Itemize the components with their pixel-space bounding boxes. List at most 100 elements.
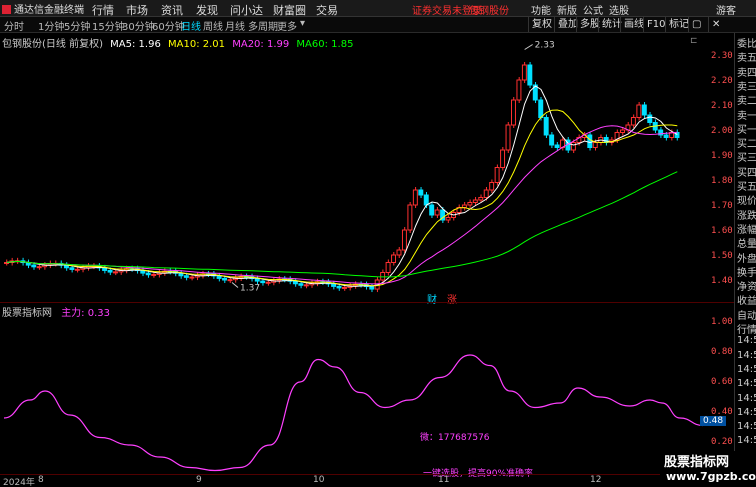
ma5-label: MA5: 1.96 bbox=[110, 39, 161, 50]
candle-body bbox=[467, 202, 473, 206]
ma10-line bbox=[6, 109, 678, 287]
candle-body bbox=[107, 269, 113, 273]
quote-panel-item[interactable]: 卖五 bbox=[737, 49, 756, 64]
kline-chart[interactable]: 2.33 1.37 bbox=[0, 33, 704, 303]
quote-panel-item[interactable]: 卖四 bbox=[737, 64, 756, 79]
period-60min[interactable]: 60分钟 bbox=[152, 18, 185, 33]
candle-body bbox=[538, 99, 544, 118]
candle-body bbox=[260, 280, 266, 284]
quote-panel-item[interactable]: 14:5 bbox=[737, 335, 756, 346]
quote-panel-item[interactable]: 自动 bbox=[737, 307, 756, 322]
candle-body bbox=[113, 271, 118, 274]
quote-panel-item[interactable]: 14:5 bbox=[737, 350, 756, 361]
menu-wealth[interactable]: 财富圈 bbox=[273, 2, 306, 18]
candle-body bbox=[472, 199, 478, 203]
candle-body bbox=[298, 283, 304, 286]
candle-body bbox=[396, 249, 402, 256]
candle-body bbox=[145, 272, 151, 276]
quote-panel-item[interactable]: 买五 bbox=[737, 178, 756, 193]
period-month[interactable]: 月线 bbox=[225, 18, 245, 33]
quote-panel-item[interactable]: 现价 bbox=[737, 192, 756, 207]
quote-panel-item[interactable]: 卖三 bbox=[737, 78, 756, 93]
quote-panel-item[interactable]: 买三 bbox=[737, 149, 756, 164]
candle-body bbox=[489, 182, 495, 191]
candle-body bbox=[151, 273, 157, 276]
close-icon[interactable]: ✕ bbox=[708, 17, 723, 32]
quote-panel-item[interactable]: 净资 bbox=[737, 278, 756, 293]
x-label-aug: 8 bbox=[38, 475, 44, 485]
candle-body bbox=[31, 264, 37, 268]
period-15min[interactable]: 15分钟 bbox=[92, 18, 125, 33]
menu-market[interactable]: 市场 bbox=[126, 2, 148, 18]
watermark-line2: www.7gpzb.com bbox=[666, 470, 756, 483]
period-multi[interactable]: 多周期 bbox=[248, 18, 278, 33]
candle-body bbox=[663, 134, 669, 138]
period-5min[interactable]: 5分钟 bbox=[64, 18, 90, 33]
menu-discover[interactable]: 发现 bbox=[196, 2, 218, 18]
menu-ask[interactable]: 问小达 bbox=[230, 2, 263, 18]
settings-icon[interactable]: ▢ bbox=[688, 17, 704, 32]
event-tag-finance[interactable]: 财 bbox=[427, 291, 437, 306]
candle-body bbox=[412, 189, 418, 206]
price-tick-label: 2.20 bbox=[711, 76, 733, 86]
indicator-tick-label: 0.80 bbox=[711, 347, 733, 357]
quote-panel-item[interactable]: 行情 bbox=[737, 321, 756, 336]
restore-right-button[interactable]: 复权 bbox=[528, 17, 555, 32]
collapse-icon[interactable]: ⊏ bbox=[690, 36, 698, 46]
quote-panel-item[interactable]: 14:5 bbox=[737, 393, 756, 404]
candle-body bbox=[36, 266, 42, 269]
candle-body bbox=[554, 144, 560, 148]
candle-body bbox=[483, 189, 489, 198]
period-30min[interactable]: 30分钟 bbox=[122, 18, 155, 33]
quote-panel-item[interactable]: 14:5 bbox=[737, 407, 756, 418]
quote-panel-item[interactable]: 买四 bbox=[737, 164, 756, 179]
candle-body bbox=[636, 104, 642, 118]
price-tick-label: 1.90 bbox=[711, 151, 733, 161]
ma20-label: MA20: 1.99 bbox=[232, 39, 290, 50]
quote-panel-item[interactable]: 总量 bbox=[737, 235, 756, 250]
period-1min[interactable]: 1分钟 bbox=[38, 18, 64, 33]
quote-panel-item[interactable]: 涨跌 bbox=[737, 207, 756, 222]
quote-panel-item[interactable]: 委比 bbox=[737, 35, 756, 50]
menu-stock-pick[interactable]: 选股 bbox=[609, 2, 629, 17]
quote-panel-item[interactable]: 买二 bbox=[737, 135, 756, 150]
low-marker-label: 1.37 bbox=[240, 284, 260, 294]
indicator-tick-label: 0.20 bbox=[711, 437, 733, 447]
quote-panel-item[interactable]: 换手 bbox=[737, 264, 756, 279]
quote-panel-item[interactable]: 14:5 bbox=[737, 378, 756, 389]
candle-body bbox=[216, 275, 222, 279]
menu-formula[interactable]: 公式 bbox=[583, 2, 603, 17]
candle-body bbox=[445, 217, 451, 221]
candle-body bbox=[516, 79, 522, 101]
quote-panel-item[interactable]: 外盘 bbox=[737, 250, 756, 265]
menu-guest[interactable]: 游客 bbox=[716, 2, 736, 17]
quote-panel-item[interactable]: 涨幅 bbox=[737, 221, 756, 236]
quote-panel-item[interactable]: 卖二 bbox=[737, 92, 756, 107]
period-day[interactable]: 日线 bbox=[181, 18, 201, 33]
contact-annotation: 微：177687576 bbox=[420, 433, 490, 443]
price-tick-label: 1.50 bbox=[711, 251, 733, 261]
quote-panel-item[interactable]: 14:5 bbox=[737, 364, 756, 375]
more-chevron-icon[interactable]: ▾ bbox=[300, 18, 305, 29]
x-label-nov: 11 bbox=[438, 475, 450, 485]
menu-trade[interactable]: 交易 bbox=[316, 2, 338, 18]
period-week[interactable]: 周线 bbox=[203, 18, 223, 33]
quote-panel-item[interactable]: 14:5 bbox=[737, 421, 756, 432]
quote-panel-item[interactable]: 买一 bbox=[737, 121, 756, 136]
menu-news[interactable]: 资讯 bbox=[161, 2, 183, 18]
quote-panel-item[interactable]: 收益 bbox=[737, 292, 756, 307]
period-more[interactable]: 更多 bbox=[277, 18, 297, 33]
event-tag-rise[interactable]: 涨 bbox=[447, 291, 457, 306]
menu-function[interactable]: 功能 bbox=[531, 2, 551, 17]
quote-panel-item[interactable]: 14:5 bbox=[737, 435, 756, 446]
app-logo: 通达信金融终端 bbox=[2, 1, 84, 16]
price-tick-label: 2.30 bbox=[711, 51, 733, 61]
quote-panel-item[interactable]: 卖一 bbox=[737, 107, 756, 122]
candle-body bbox=[630, 117, 636, 126]
menu-new-version[interactable]: 新版 bbox=[557, 2, 577, 17]
menu-market-quote[interactable]: 行情 bbox=[92, 2, 114, 18]
period-tick[interactable]: 分时 bbox=[4, 18, 24, 33]
ma60-line bbox=[6, 171, 678, 278]
indicator-tick-label: 1.00 bbox=[711, 317, 733, 327]
account-name[interactable]: 包钢股份 bbox=[469, 2, 509, 17]
